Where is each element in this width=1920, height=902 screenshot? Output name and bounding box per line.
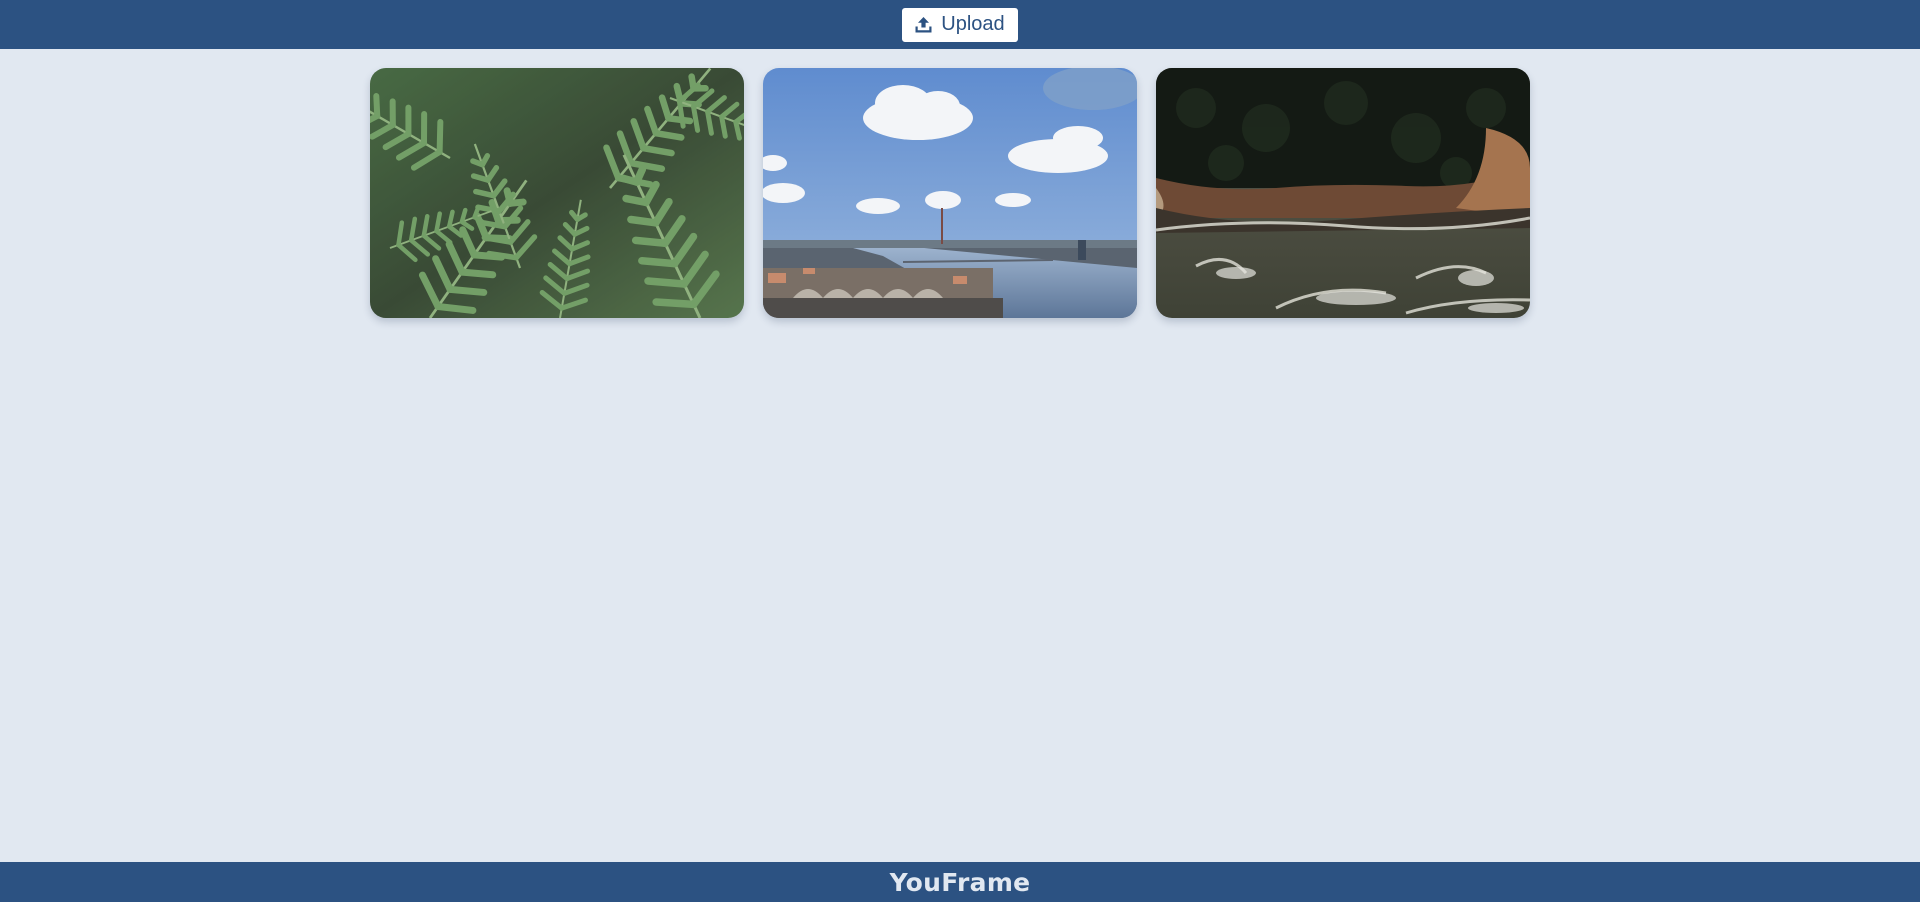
- footer-bar: YouFrame: [0, 862, 1920, 902]
- gallery-image-city[interactable]: [763, 68, 1137, 318]
- brand-name: YouFrame: [889, 867, 1031, 897]
- fern-image: [370, 68, 744, 318]
- image-gallery: [370, 68, 1530, 318]
- upload-button-label: Upload: [941, 13, 1005, 35]
- top-bar: Upload: [0, 0, 1920, 49]
- upload-button[interactable]: Upload: [902, 7, 1018, 42]
- city-image: [763, 68, 1137, 318]
- gallery-image-fern[interactable]: [370, 68, 744, 318]
- gallery-image-coast[interactable]: [1156, 68, 1530, 318]
- upload-icon: [915, 16, 932, 33]
- coast-image: [1156, 68, 1530, 318]
